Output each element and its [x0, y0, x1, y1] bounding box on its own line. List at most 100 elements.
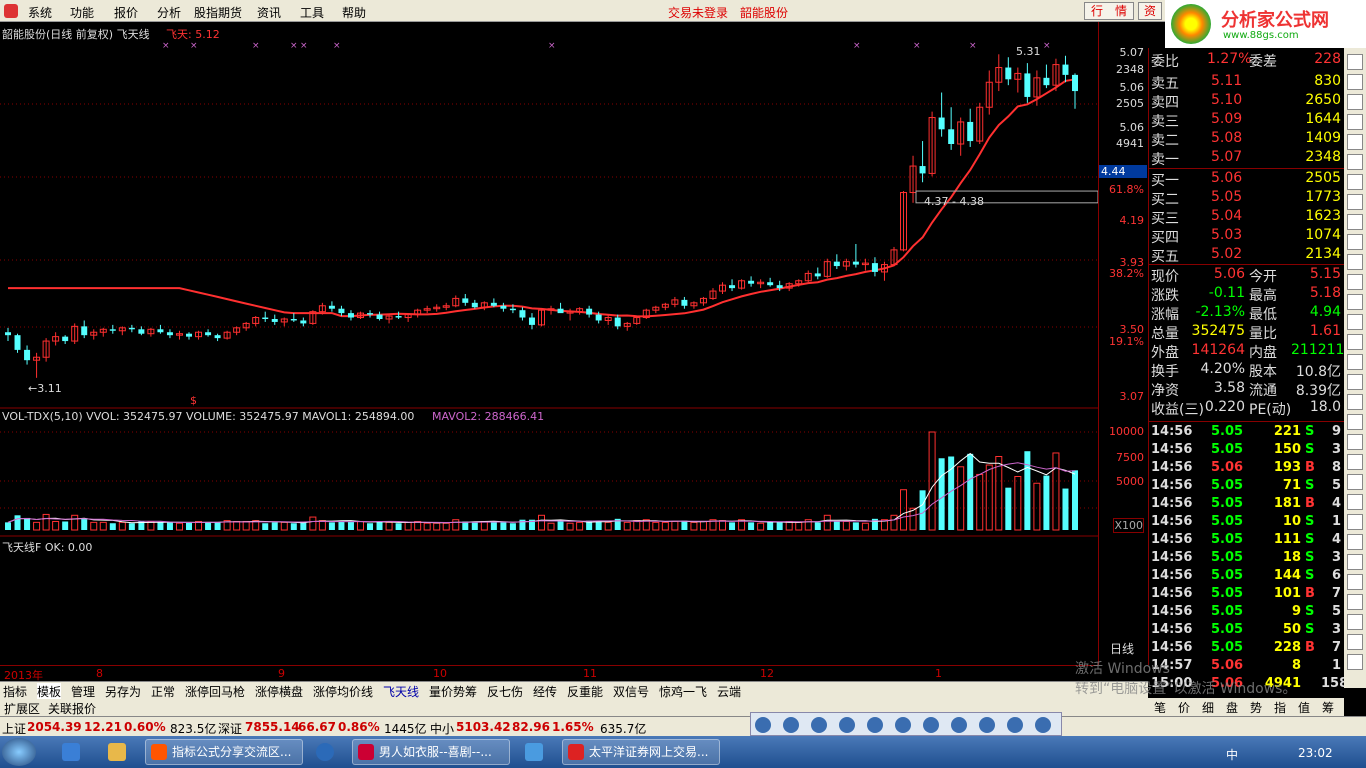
- folder-icon[interactable]: [108, 743, 126, 761]
- quote-tab[interactable]: 细: [1202, 699, 1214, 716]
- tick-v: 101: [1273, 586, 1301, 601]
- task-video[interactable]: 男人如衣服--喜剧--...: [352, 739, 510, 765]
- tab-related-quote[interactable]: 关联报价: [48, 700, 96, 717]
- quote-tab[interactable]: 指: [1274, 699, 1286, 716]
- qq-app-icon[interactable]: [895, 717, 911, 733]
- formula-tab[interactable]: 惊鸡一飞: [659, 683, 707, 700]
- formula-tab[interactable]: 经传: [533, 683, 557, 700]
- monitor-icon[interactable]: [1347, 94, 1363, 110]
- news-icon[interactable]: [1347, 234, 1363, 250]
- quote-tab[interactable]: 势: [1250, 699, 1262, 716]
- quote-tab[interactable]: 价: [1178, 699, 1190, 716]
- formula-tab[interactable]: 涨停回马枪: [185, 683, 245, 700]
- formula-tab[interactable]: 模板: [37, 683, 62, 700]
- rss-icon[interactable]: [1347, 254, 1363, 270]
- table-icon[interactable]: [1347, 154, 1363, 170]
- k-icon[interactable]: [1347, 394, 1363, 410]
- network-app-icon[interactable]: [525, 743, 543, 761]
- ime-indicator[interactable]: 中: [1226, 746, 1238, 763]
- formula-tab[interactable]: 指标: [3, 683, 27, 700]
- volume-bar-down: [81, 518, 88, 530]
- qq-mail-icon[interactable]: [951, 717, 967, 733]
- menu-system[interactable]: 系统: [28, 4, 52, 21]
- plus-icon[interactable]: [1347, 334, 1363, 350]
- window-icon[interactable]: [1347, 434, 1363, 450]
- task-forum[interactable]: 指标公式分享交流区...: [145, 739, 303, 765]
- formula-tab[interactable]: 反七伤: [487, 683, 523, 700]
- formula-tab[interactable]: 反重能: [567, 683, 603, 700]
- cfg-icon[interactable]: [1347, 574, 1363, 590]
- formula-tab[interactable]: 正常: [151, 683, 175, 700]
- f10-icon[interactable]: [1347, 274, 1363, 290]
- f5-icon[interactable]: [1347, 374, 1363, 390]
- quote-tab[interactable]: 笔: [1154, 699, 1166, 716]
- bar-icon[interactable]: [1347, 454, 1363, 470]
- kline-chart-area[interactable]: × × × × × × × × × × × $ 韶能股份(日线 前复权) 飞天线 飞天: 5.12 5…: [0, 22, 1098, 665]
- tab-extension[interactable]: 扩展区: [4, 700, 40, 717]
- menu-function[interactable]: 功能: [70, 4, 94, 21]
- qq-lock-icon[interactable]: [839, 717, 855, 733]
- quote-tab[interactable]: 筹: [1322, 699, 1334, 716]
- qq-contacts-icon[interactable]: [783, 717, 799, 733]
- quote-tab[interactable]: 盘: [1226, 699, 1238, 716]
- zx-label[interactable]: 中小: [430, 720, 454, 737]
- sz-label[interactable]: 深证: [218, 720, 242, 737]
- task-trading[interactable]: 太平洋证券网上交易...: [562, 739, 720, 765]
- star-icon[interactable]: [1347, 614, 1363, 630]
- sh-label[interactable]: 上证: [2, 720, 26, 737]
- move-icon[interactable]: [1347, 314, 1363, 330]
- wave-icon[interactable]: [1347, 594, 1363, 610]
- login-status[interactable]: 交易未登录: [668, 4, 728, 21]
- grid-icon[interactable]: [1347, 214, 1363, 230]
- menu-tools[interactable]: 工具: [300, 4, 324, 21]
- formula-tab[interactable]: 量价势筹: [429, 683, 477, 700]
- qq-main-icon[interactable]: [755, 717, 771, 733]
- menu-quote[interactable]: 报价: [114, 4, 138, 21]
- trade-button[interactable]: 资: [1138, 2, 1162, 20]
- qq-screenshot-icon[interactable]: [867, 717, 883, 733]
- formula-tab[interactable]: 飞天线: [383, 683, 419, 700]
- qq-chat-icon[interactable]: [1007, 717, 1023, 733]
- search-icon[interactable]: [1347, 414, 1363, 430]
- quote-button[interactable]: 行 情: [1084, 2, 1134, 20]
- clock[interactable]: 23:02: [1298, 746, 1333, 760]
- flag-icon[interactable]: [1347, 514, 1363, 530]
- box-icon[interactable]: [1347, 494, 1363, 510]
- formula-tab[interactable]: 涨停横盘: [255, 683, 303, 700]
- gauge-icon[interactable]: [1347, 474, 1363, 490]
- list-icon[interactable]: [1347, 74, 1363, 90]
- doc-icon[interactable]: [1347, 654, 1363, 670]
- sell-price: 5.07: [1211, 149, 1243, 165]
- pen-icon[interactable]: [1347, 354, 1363, 370]
- volume-bar-down: [271, 522, 278, 530]
- tick-s: S: [1305, 532, 1315, 547]
- qq-search-icon[interactable]: [811, 717, 827, 733]
- menu-help[interactable]: 帮助: [342, 4, 366, 21]
- menu-news[interactable]: 资讯: [257, 4, 281, 21]
- calc-icon[interactable]: [1347, 114, 1363, 130]
- moon-icon[interactable]: [1347, 554, 1363, 570]
- start-button[interactable]: [2, 738, 36, 766]
- ie-icon[interactable]: [62, 743, 80, 761]
- formula-tab[interactable]: 云端: [717, 683, 741, 700]
- quote-tab[interactable]: 值: [1298, 699, 1310, 716]
- wheel-icon[interactable]: [1347, 634, 1363, 650]
- chart-canvas[interactable]: × × × × × × × × × × ×$: [0, 22, 1098, 665]
- chart-icon[interactable]: [1347, 134, 1363, 150]
- tick-row: 14:56 5.05 9 S 5: [1151, 604, 1341, 622]
- bullet-icon[interactable]: [1347, 54, 1363, 70]
- formula-tab[interactable]: 涨停均价线: [313, 683, 373, 700]
- qq-msg-icon[interactable]: [1035, 717, 1051, 733]
- formula-tab[interactable]: 另存为: [105, 683, 141, 700]
- menu-futures[interactable]: 股指期货: [194, 4, 242, 21]
- tool-icon[interactable]: [1347, 194, 1363, 210]
- cal-icon[interactable]: [1347, 534, 1363, 550]
- menu-analysis[interactable]: 分析: [157, 4, 181, 21]
- qq-clock-icon[interactable]: [923, 717, 939, 733]
- fx-icon[interactable]: [1347, 174, 1363, 190]
- k-app-icon[interactable]: [316, 743, 334, 761]
- arrow-icon[interactable]: [1347, 294, 1363, 310]
- qq-call-icon[interactable]: [979, 717, 995, 733]
- formula-tab[interactable]: 管理: [71, 683, 95, 700]
- formula-tab[interactable]: 双信号: [613, 683, 649, 700]
